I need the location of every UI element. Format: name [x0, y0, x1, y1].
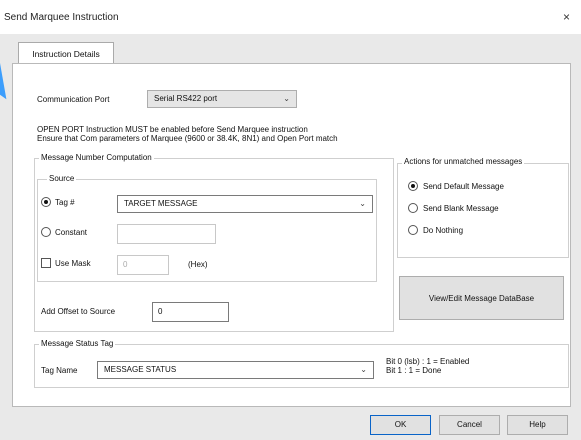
send-blank-label: Send Blank Message	[423, 204, 499, 213]
send-blank-radio[interactable]	[408, 203, 418, 213]
hex-label: (Hex)	[188, 260, 208, 269]
tab-label: Instruction Details	[32, 49, 100, 59]
status-group-label: Message Status Tag	[39, 339, 116, 348]
constant-radio-label: Constant	[55, 228, 88, 237]
tag-radio[interactable]	[41, 197, 51, 207]
view-edit-database-label: View/Edit Message DataBase	[428, 294, 535, 303]
chevron-down-icon: ⌄	[360, 365, 367, 374]
actions-group-label: Actions for unmatched messages	[402, 157, 525, 166]
offset-label: Add Offset to Source	[41, 307, 116, 316]
source-group-label: Source	[47, 174, 77, 183]
offset-input[interactable]: 0	[152, 302, 229, 322]
offset-value: 0	[158, 307, 163, 316]
tab-instruction-details[interactable]: Instruction Details	[18, 42, 114, 65]
view-edit-database-button[interactable]: View/Edit Message DataBase	[399, 276, 564, 320]
status-tag-select[interactable]: MESSAGE STATUS ⌄	[97, 361, 374, 379]
tag-radio-label: Tag #	[55, 198, 75, 207]
ok-button[interactable]: OK	[370, 415, 431, 435]
comm-port-value: Serial RS422 port	[154, 94, 218, 103]
use-mask-checkbox[interactable]	[41, 258, 51, 268]
tag-name-label: Tag Name	[41, 366, 78, 375]
status-tag-value: MESSAGE STATUS	[104, 365, 177, 374]
send-default-radio[interactable]	[408, 181, 418, 191]
note-line-1: OPEN PORT Instruction MUST be enabled be…	[37, 125, 308, 134]
send-default-label: Send Default Message	[423, 182, 504, 191]
cancel-button[interactable]: Cancel	[439, 415, 500, 435]
close-button[interactable]: ×	[563, 10, 570, 24]
note-line-2: Ensure that Com parameters of Marquee (9…	[37, 134, 338, 143]
chevron-down-icon: ⌄	[283, 94, 290, 103]
constant-radio[interactable]	[41, 227, 51, 237]
chevron-down-icon: ⌄	[359, 199, 366, 208]
use-mask-label: Use Mask	[55, 259, 91, 268]
do-nothing-label: Do Nothing	[423, 226, 464, 235]
tag-select[interactable]: TARGET MESSAGE ⌄	[117, 195, 373, 213]
tag-value: TARGET MESSAGE	[124, 199, 198, 208]
mask-value: 0	[123, 260, 128, 269]
do-nothing-radio[interactable]	[408, 225, 418, 235]
comm-port-select[interactable]: Serial RS422 port ⌄	[147, 90, 297, 108]
mask-input[interactable]: 0	[117, 255, 169, 275]
constant-input[interactable]	[117, 224, 216, 244]
bit0-note: Bit 0 (lsb) : 1 = Enabled	[386, 357, 470, 366]
window-title: Send Marquee Instruction	[4, 12, 119, 23]
comm-port-label: Communication Port	[37, 95, 110, 104]
bit1-note: Bit 1 : 1 = Done	[386, 366, 442, 375]
computation-group-label: Message Number Computation	[39, 153, 154, 162]
help-button[interactable]: Help	[507, 415, 568, 435]
